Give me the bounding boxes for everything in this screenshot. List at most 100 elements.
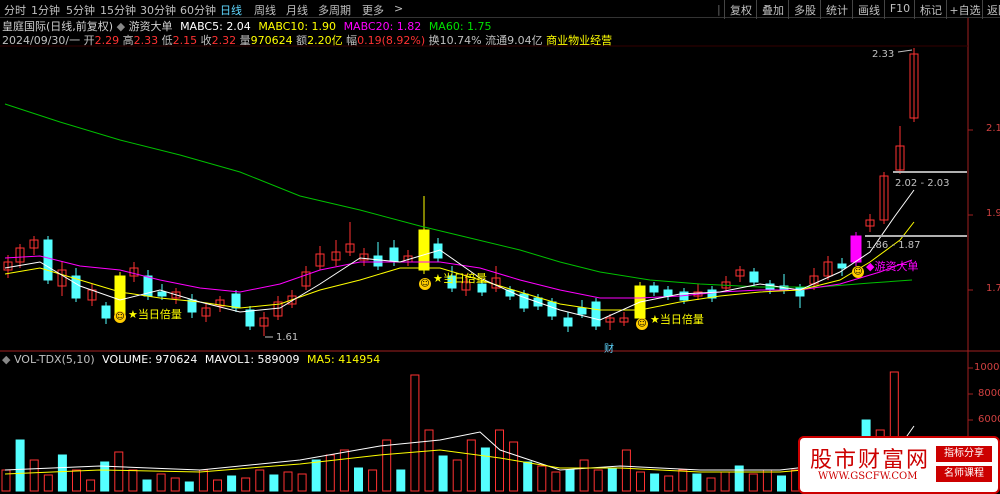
kline-chart[interactable] [0,0,1000,492]
volume-bar [241,477,251,492]
watermark-url: WWW.GSCFW.COM [818,471,918,482]
smiley-icon-3: ☺ [636,318,648,330]
volume-bar [86,479,96,492]
volume-bar [748,473,758,492]
volume-bar [128,469,138,492]
volume-bar [396,469,406,492]
vol-axis-10000: 10000 [974,362,1000,373]
candle-body [850,235,862,263]
volume-bar [297,473,307,492]
candle-body [577,307,587,315]
high-price-label: 2.33 [872,49,895,60]
volume-bar [762,469,772,492]
volume-bar [452,459,462,492]
candlestick-group [3,48,919,336]
candle-body [547,301,557,317]
volume-bar [720,471,730,492]
volume-bar [368,469,378,492]
volume-bar [664,475,674,492]
watermark-title: 股市财富网 [810,448,931,473]
ma5-line [4,189,915,321]
smiley-icon-2: ☺ [419,278,431,290]
volume-bar [283,471,293,492]
volume-bar [269,474,279,492]
candle-body [231,293,241,309]
candle-body [373,255,383,267]
volume-bar [495,429,504,492]
volume-bar [692,473,702,492]
site-watermark: 股市财富网 WWW.GSCFW.COM 指标分享 名师课程 [798,436,1000,494]
volume-bar [142,479,152,492]
watermark-tag-1: 指标分享 [936,446,992,462]
big-order-label: ◆游资大单 [866,260,919,273]
volume-bar [15,439,25,492]
volume-bars [1,371,915,492]
signal-label-2: ★当日倍量 [433,272,487,285]
volume-bar [424,429,434,492]
low-price-label: 1.61 [276,332,299,343]
volume-bar [410,374,420,492]
volume-bar [636,471,645,492]
volume-bar [537,465,547,492]
ma5-value-label: MA5: 414954 [307,353,381,366]
range-label-1: 2.02 - 2.03 [895,178,950,189]
moving-average-lines [4,103,915,321]
volume-bar [170,477,180,492]
volume-bar [382,439,392,492]
price-label-1-7: 1.7 [986,283,1000,294]
candle-body [749,271,759,283]
volume-bar [621,449,631,492]
high-pointer [897,49,913,53]
volume-diamond-icon: ◆ [2,353,11,366]
volume-bar [255,469,265,492]
volume-bar [466,439,476,492]
candle-body [245,309,255,327]
smiley-icon-4: ☺ [852,266,864,278]
volume-bar [706,477,716,492]
candle-body [591,301,601,327]
volume-bar [565,469,575,492]
volume-bar [480,447,490,492]
volume-bar [72,469,81,492]
volume-bar [43,474,53,492]
volume-bar [523,461,533,492]
candle-body [389,247,399,263]
volume-bar [114,451,124,492]
volume-bar [1,469,11,492]
candle-body [418,229,430,271]
vol-indicator-title[interactable]: VOL-TDX(5,10) [14,353,95,366]
vol-axis-8000: 8000 [978,388,1000,399]
volume-bar [551,471,561,492]
ma60-line [4,103,913,288]
candle-body [663,289,673,297]
volume-bar [156,473,166,492]
volume-bar [438,455,448,492]
volume-bar [29,459,39,492]
vol-ma-line [4,425,915,471]
volume-bar [607,467,617,492]
volume-bar [354,467,363,492]
candle-body [101,305,111,319]
volume-bar [678,469,688,492]
volume-bar [184,481,194,492]
volume-indicator-header: ◆ VOL-TDX(5,10) VOLUME: 970624 MAVOL1: 5… [2,353,380,366]
mavol1-value-label: MAVOL1: 589009 [204,353,300,366]
volume-bar [57,454,67,492]
volume-bar [339,449,349,492]
vol-ma5-line [4,439,915,475]
watermark-tag-2: 名师课程 [936,466,992,482]
volume-bar [198,469,208,492]
range-label-2: 1.86 - 1.87 [866,240,921,251]
volume-bar [650,473,660,492]
finance-mark[interactable]: 财 [604,340,614,355]
candle-body [43,239,53,281]
volume-bar [777,475,786,492]
price-label-2-1: 2.1 [986,123,1000,134]
volume-bar [509,441,519,492]
volume-value-label: VOLUME: 970624 [102,353,198,366]
volume-bar [213,479,222,492]
signal-label-3: ★当日倍量 [650,313,704,326]
volume-bar [579,459,589,492]
candle-body [114,275,126,317]
volume-bar [227,475,237,492]
